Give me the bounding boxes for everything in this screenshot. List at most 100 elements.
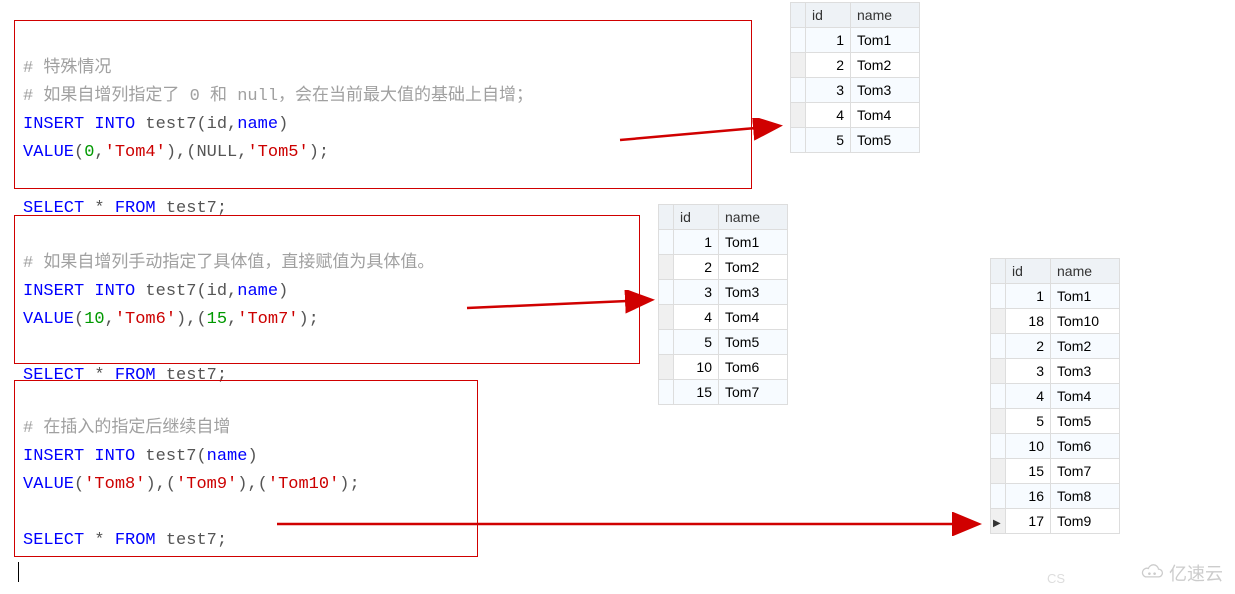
cell-id: 4 (1006, 384, 1051, 409)
row-marker (659, 380, 674, 405)
cell-name: Tom1 (851, 28, 920, 53)
table-row: 5Tom5 (659, 330, 788, 355)
cell-id: 1 (806, 28, 851, 53)
table-row: 17Tom9 (991, 509, 1120, 534)
ident: test7(id, (135, 282, 237, 301)
kw-name: name (237, 282, 278, 301)
cell-id: 18 (1006, 309, 1051, 334)
cell-id: 10 (1006, 434, 1051, 459)
table-row: 3Tom3 (659, 280, 788, 305)
table-row: 15Tom7 (659, 380, 788, 405)
hash: # (23, 59, 33, 78)
col-id: id (806, 3, 851, 28)
cell-name: Tom2 (719, 255, 788, 280)
cell-id: 15 (1006, 459, 1051, 484)
table-row: 10Tom6 (659, 355, 788, 380)
paren: ),( (237, 475, 268, 494)
str: 'Tom8' (84, 475, 145, 494)
table-row: 4Tom4 (991, 384, 1120, 409)
cell-name: Tom9 (1051, 509, 1120, 534)
cell-name: Tom4 (851, 103, 920, 128)
table-row: 4Tom4 (659, 305, 788, 330)
row-marker (991, 509, 1006, 534)
csdn-watermark: CS (1047, 571, 1065, 586)
cell-id: 2 (1006, 334, 1051, 359)
row-marker-header (791, 3, 806, 28)
row-marker (991, 484, 1006, 509)
row-marker (991, 459, 1006, 484)
cell-id: 4 (806, 103, 851, 128)
star: * (84, 531, 115, 550)
num: 0 (84, 143, 94, 162)
paren: ( (74, 475, 84, 494)
watermark: 亿速云 (1139, 560, 1223, 586)
str: 'Tom4' (105, 143, 166, 162)
kw-insert: INSERT (23, 282, 84, 301)
kw-into: INTO (84, 115, 135, 134)
col-id: id (674, 205, 719, 230)
comma: , (227, 310, 237, 329)
kw-into: INTO (84, 282, 135, 301)
col-name: name (1051, 259, 1120, 284)
cell-id: 3 (674, 280, 719, 305)
row-marker (991, 434, 1006, 459)
ident: test7(id, (135, 115, 237, 134)
row-marker (659, 355, 674, 380)
row-marker (791, 28, 806, 53)
cell-name: Tom2 (851, 53, 920, 78)
result-table-1: id name 1Tom12Tom23Tom34Tom45Tom5 (790, 2, 920, 153)
text-cursor (18, 562, 19, 582)
table-header: id name (991, 259, 1120, 284)
paren: ( (74, 310, 84, 329)
comment-text: 特殊情况 (33, 59, 111, 78)
paren: ); (309, 143, 329, 162)
result-table-2: id name 1Tom12Tom23Tom34Tom45Tom510Tom61… (658, 204, 788, 405)
cell-id: 5 (1006, 409, 1051, 434)
table-row: 3Tom3 (791, 78, 920, 103)
ident: test7; (156, 531, 227, 550)
watermark-text: 亿速云 (1169, 560, 1223, 586)
cell-name: Tom3 (851, 78, 920, 103)
hash: # (23, 254, 33, 273)
hash: # (23, 419, 33, 438)
cell-name: Tom5 (719, 330, 788, 355)
cell-name: Tom4 (1051, 384, 1120, 409)
cell-name: Tom8 (1051, 484, 1120, 509)
table-row: 4Tom4 (791, 103, 920, 128)
paren: ) (278, 115, 288, 134)
table-row: 1Tom1 (659, 230, 788, 255)
cell-name: Tom2 (1051, 334, 1120, 359)
hash: # (23, 87, 33, 106)
table-row: 2Tom2 (659, 255, 788, 280)
table-row: 5Tom5 (791, 128, 920, 153)
col-id: id (1006, 259, 1051, 284)
cell-id: 3 (1006, 359, 1051, 384)
cell-name: Tom5 (851, 128, 920, 153)
kw-value: VALUE (23, 310, 74, 329)
row-marker (991, 409, 1006, 434)
cell-id: 1 (674, 230, 719, 255)
table-row: 5Tom5 (991, 409, 1120, 434)
code-block-3: # 在插入的指定后继续自增 INSERT INTO test7(name) VA… (14, 380, 478, 557)
cell-id: 3 (806, 78, 851, 103)
cell-id: 17 (1006, 509, 1051, 534)
table-row: 15Tom7 (991, 459, 1120, 484)
comment-text: 如果自增列手动指定了具体值，直接赋值为具体值。 (33, 254, 434, 273)
paren: ) (278, 282, 288, 301)
table-row: 3Tom3 (991, 359, 1120, 384)
cell-name: Tom7 (1051, 459, 1120, 484)
str: 'Tom10' (268, 475, 339, 494)
comma: , (237, 143, 247, 162)
kw-from: FROM (115, 531, 156, 550)
cell-id: 4 (674, 305, 719, 330)
table-header: id name (659, 205, 788, 230)
cell-name: Tom1 (1051, 284, 1120, 309)
kw-name: name (237, 115, 278, 134)
table-row: 18Tom10 (991, 309, 1120, 334)
table-row: 2Tom2 (791, 53, 920, 78)
paren: ( (74, 143, 84, 162)
num: 15 (207, 310, 227, 329)
table-row: 16Tom8 (991, 484, 1120, 509)
row-marker (991, 309, 1006, 334)
cell-id: 15 (674, 380, 719, 405)
